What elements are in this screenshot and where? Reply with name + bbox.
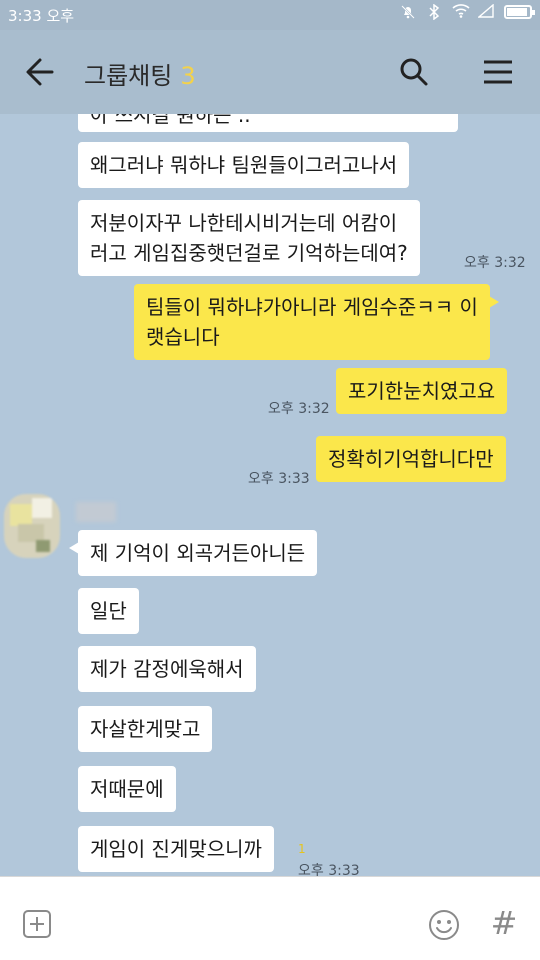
search-icon xyxy=(400,58,428,86)
message-bubble[interactable]: 저때문에 xyxy=(78,766,176,812)
message-time: 오후 3:32 xyxy=(268,401,330,417)
message-bubble[interactable]: 제 기억이 외곡거든아니든 xyxy=(68,530,318,576)
message-line: 랫습니다 xyxy=(146,325,220,349)
message-time: 오후 3:33 xyxy=(298,863,360,876)
member-count: 3 xyxy=(180,62,196,90)
plus-square-icon xyxy=(23,910,51,938)
message-bubble[interactable]: 일단 xyxy=(78,588,139,634)
message-text: 제 기억이 외곡거든아니든 xyxy=(90,541,306,565)
status-icons xyxy=(400,3,535,21)
message-line: 팀들이 뭐하냐가아니라 게임수준ㅋㅋ 이 xyxy=(146,295,478,319)
message-bubble[interactable]: 정확히기억합니다만 xyxy=(316,436,506,482)
arrow-left-icon xyxy=(26,58,54,86)
signal-icon xyxy=(477,3,494,20)
hash-search-button[interactable]: # xyxy=(490,905,518,941)
message-text: 게임이 진게맞으니까 xyxy=(90,837,262,861)
chat-title-text: 그룹채팅 xyxy=(84,62,173,90)
input-bar: # xyxy=(0,876,540,960)
message-text: 제가 감정에욱해서 xyxy=(90,657,244,681)
message-time: 오후 3:32 xyxy=(464,255,526,271)
menu-button[interactable] xyxy=(480,54,516,90)
message-bubble[interactable]: 게임이 진게맞으니까 xyxy=(78,826,274,872)
chat-messages[interactable]: 아 쓰시길 원하는 .. 왜그러냐 뭐하냐 팀원들이그러고나서 저분이자꾸 나한… xyxy=(0,114,540,876)
battery-icon xyxy=(504,5,535,19)
bluetooth-icon xyxy=(426,3,442,21)
back-button[interactable] xyxy=(22,54,62,90)
message-bubble[interactable]: 포기한눈치였고요 xyxy=(336,368,508,414)
status-time: 3:33 오후 xyxy=(8,7,75,25)
unread-count: 1 xyxy=(298,842,306,856)
chat-title: 그룹채팅 3 xyxy=(84,56,196,91)
smiley-icon xyxy=(429,910,459,940)
emoji-button[interactable] xyxy=(428,909,460,941)
message-bubble[interactable]: 자살한게맞고 xyxy=(78,706,213,752)
message-time: 오후 3:33 xyxy=(248,471,310,487)
message-bubble[interactable]: 팀들이 뭐하냐가아니라 게임수준ㅋㅋ 이 랫습니다 xyxy=(134,284,499,360)
sender-name-blurred xyxy=(76,502,116,522)
message-bubble[interactable]: 제가 감정에욱해서 xyxy=(78,646,256,692)
status-bar: 3:33 오후 xyxy=(0,0,540,30)
message-bubble[interactable]: 왜그러냐 뭐하냐 팀원들이그러고나서 xyxy=(78,142,410,188)
hamburger-menu-icon xyxy=(484,60,512,84)
message-text: 저때문에 xyxy=(90,777,164,801)
message-text: 일단 xyxy=(90,599,127,623)
message-line: 러고 게임집중햇던걸로 기억하는데여? xyxy=(90,241,408,265)
message-text: 정확히기억합니다만 xyxy=(328,447,494,471)
chat-header: 그룹채팅 3 xyxy=(0,30,540,114)
wifi-icon xyxy=(452,4,470,20)
avatar[interactable] xyxy=(4,494,60,558)
add-attachment-button[interactable] xyxy=(22,909,52,939)
message-text: 포기한눈치였고요 xyxy=(348,379,496,403)
bell-off-icon xyxy=(400,4,416,20)
message-text: 자살한게맞고 xyxy=(90,717,201,741)
message-bubble[interactable]: 저분이자꾸 나한테시비거는데 어캄이 러고 게임집중햇던걸로 기억하는데여? xyxy=(78,200,420,276)
message-text: 왜그러냐 뭐하냐 팀원들이그러고나서 xyxy=(90,153,398,177)
search-button[interactable] xyxy=(396,54,432,90)
message-bubble[interactable]: 아 쓰시길 원하는 .. xyxy=(78,114,458,132)
message-text: 아 쓰시길 원하는 .. xyxy=(90,114,251,127)
message-line: 저분이자꾸 나한테시비거는데 어캄이 xyxy=(90,211,398,235)
